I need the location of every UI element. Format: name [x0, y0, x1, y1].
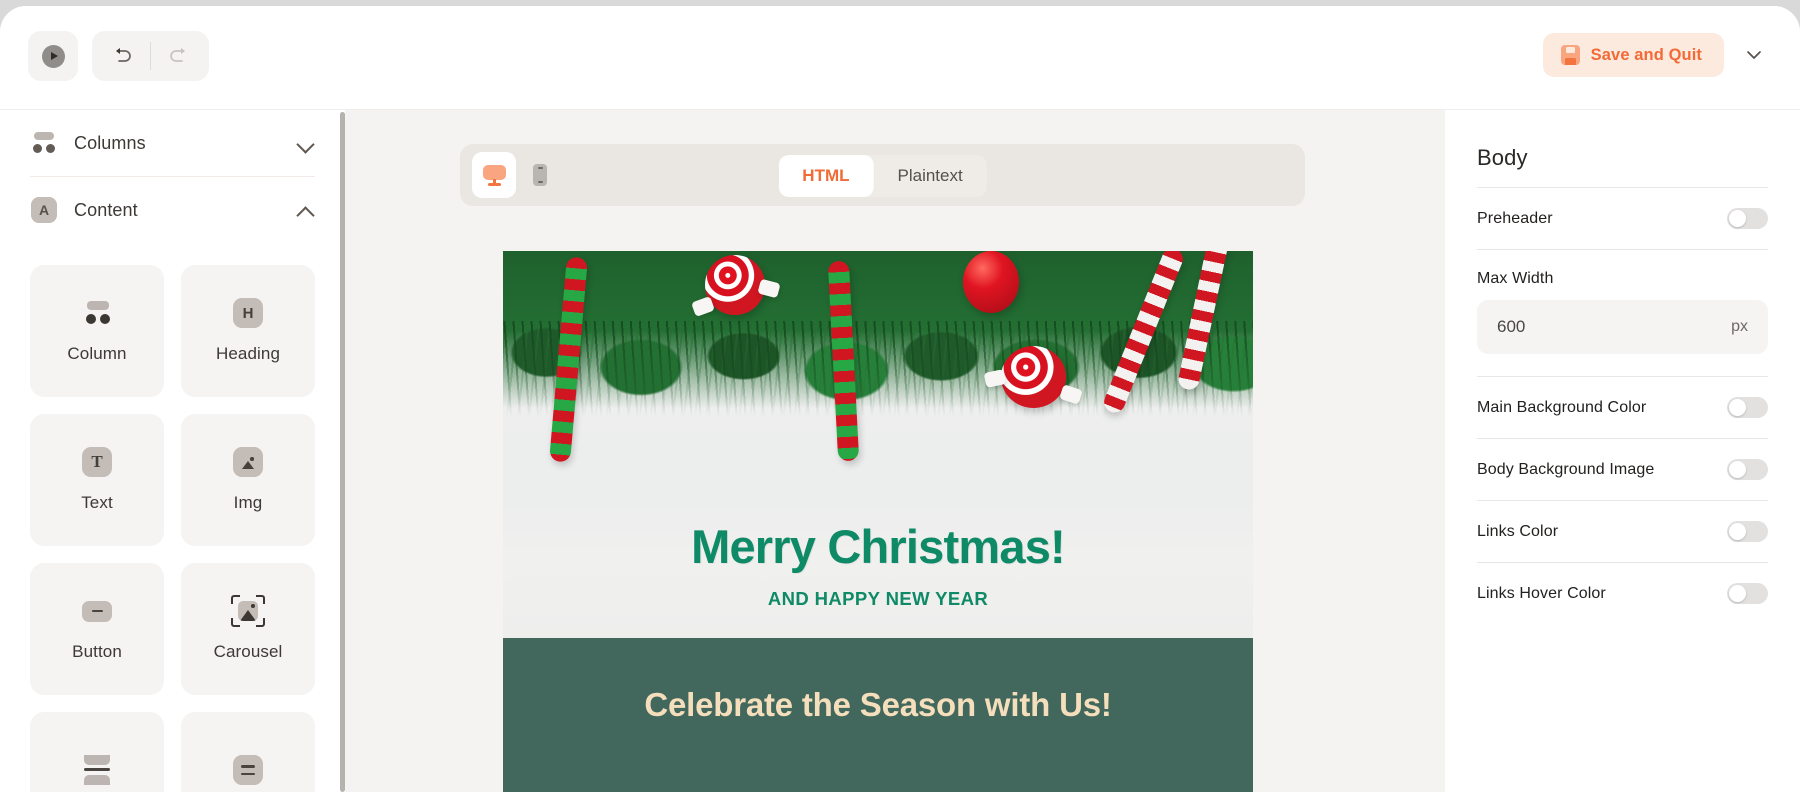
text-t-icon: T: [82, 447, 112, 477]
email-builder-window: Save and Quit Columns A Content Column H…: [0, 6, 1800, 792]
block-heading-label: Heading: [215, 344, 281, 363]
setting-label-links-hover-color: Links Hover Color: [1477, 584, 1606, 602]
play-triangle: [51, 52, 58, 60]
toggle-links-hover-color[interactable]: [1727, 583, 1768, 604]
setting-label-max-width: Max Width: [1477, 270, 1554, 287]
device-desktop-button[interactable]: [472, 152, 516, 198]
setting-row-main-background-color: Main Background Color: [1477, 377, 1768, 438]
play-circle-icon: [41, 44, 65, 68]
lollipop-ornament: [1001, 346, 1066, 408]
blocks-sidebar: Columns A Content Column H Heading T Tex…: [0, 110, 345, 792]
max-width-value: 600: [1497, 317, 1526, 336]
email-canvas: HTML Plaintext Merry Christmas! AND HAPP…: [345, 110, 1445, 792]
block-heading[interactable]: H Heading: [181, 265, 315, 397]
menu-icon: [233, 755, 263, 785]
save-and-quit-button[interactable]: Save and Quit: [1542, 33, 1724, 77]
undo-arrow-icon: [116, 48, 131, 62]
sidebar-section-content[interactable]: A Content: [0, 177, 345, 243]
toggle-preheader[interactable]: [1727, 208, 1768, 229]
block-img-label: Img: [233, 493, 263, 512]
greeting-block[interactable]: Merry Christmas! AND HAPPY NEW YEAR: [503, 491, 1253, 638]
setting-label-main-background-color: Main Background Color: [1477, 398, 1647, 416]
setting-label-links-color: Links Color: [1477, 522, 1559, 540]
tab-plaintext[interactable]: Plaintext: [874, 155, 987, 197]
toolbar-separator: [150, 42, 151, 70]
button-icon: [82, 596, 112, 626]
chevron-down-icon: [1747, 51, 1761, 59]
block-column-label: Column: [67, 344, 127, 363]
columns-icon: [30, 129, 58, 157]
block-carousel[interactable]: Carousel: [181, 563, 315, 695]
save-options-dropdown-button[interactable]: [1734, 35, 1774, 75]
block-column[interactable]: Column: [30, 265, 164, 397]
setting-row-links-hover-color: Links Hover Color: [1477, 563, 1768, 624]
block-divider[interactable]: [30, 712, 164, 792]
content-mode-tabs: HTML Plaintext: [778, 155, 987, 197]
sidebar-section-columns-label: Columns: [74, 132, 146, 153]
properties-panel: Body Preheader Max Width 600 px Main Bac…: [1445, 110, 1800, 792]
undo-button[interactable]: [106, 39, 138, 73]
device-toggle-group: [472, 152, 562, 198]
block-text[interactable]: T Text: [30, 414, 164, 546]
redo-arrow-icon: [170, 48, 185, 62]
content-blocks-grid: Column H Heading T Text Img Button Carou…: [0, 243, 345, 792]
setting-row-preheader: Preheader: [1477, 188, 1768, 249]
block-button[interactable]: Button: [30, 563, 164, 695]
block-img[interactable]: Img: [181, 414, 315, 546]
email-heading: Merry Christmas!: [691, 520, 1066, 573]
max-width-unit: px: [1731, 318, 1748, 335]
column-layout-icon: [83, 298, 111, 328]
block-menu[interactable]: [181, 712, 315, 792]
letter-a-icon: A: [30, 196, 58, 224]
save-and-quit-label: Save and Quit: [1590, 45, 1702, 64]
divider-icon: [82, 755, 112, 785]
redo-button[interactable]: [163, 39, 195, 73]
block-carousel-label: Carousel: [213, 642, 283, 661]
block-button-label: Button: [72, 642, 122, 661]
chevron-up-icon[interactable]: [297, 201, 315, 219]
block-text-label: Text: [81, 493, 113, 512]
carousel-icon: [231, 595, 265, 627]
chevron-down-icon[interactable]: [297, 134, 315, 152]
heading-h-icon: H: [233, 298, 263, 328]
tab-html[interactable]: HTML: [778, 155, 874, 197]
toggle-links-color[interactable]: [1727, 521, 1768, 542]
email-preview: Merry Christmas! AND HAPPY NEW YEAR Cele…: [503, 251, 1253, 792]
setting-row-body-background-image: Body Background Image: [1477, 439, 1768, 500]
email-band-title: Celebrate the Season with Us!: [644, 686, 1112, 723]
setting-label-body-background-image: Body Background Image: [1477, 460, 1655, 478]
mobile-phone-icon: [533, 164, 547, 186]
top-toolbar: Save and Quit: [0, 6, 1800, 110]
undo-redo-group: [92, 31, 209, 81]
desktop-monitor-icon: [482, 164, 506, 186]
image-icon: [233, 447, 263, 477]
main-area: Columns A Content Column H Heading T Tex…: [0, 110, 1800, 792]
floppy-disk-icon: [1560, 45, 1580, 65]
bauble-ornament: [963, 251, 1019, 313]
toolbar-right-group: Save and Quit: [1542, 33, 1774, 77]
hero-image[interactable]: Merry Christmas! AND HAPPY NEW YEAR: [503, 251, 1253, 638]
preview-play-button[interactable]: [28, 31, 78, 81]
setting-label-preheader: Preheader: [1477, 209, 1553, 227]
email-band-section[interactable]: Celebrate the Season with Us!: [503, 638, 1253, 792]
panel-title: Body: [1477, 145, 1528, 170]
sidebar-section-columns[interactable]: Columns: [0, 110, 345, 176]
preview-toolbar: HTML Plaintext: [460, 144, 1305, 206]
toggle-main-background-color[interactable]: [1727, 397, 1768, 418]
device-mobile-button[interactable]: [518, 152, 562, 198]
max-width-input[interactable]: 600 px: [1477, 300, 1768, 354]
setting-row-links-color: Links Color: [1477, 501, 1768, 562]
sidebar-section-content-label: Content: [74, 199, 138, 220]
email-subheading: AND HAPPY NEW YEAR: [767, 588, 989, 609]
toolbar-left-group: [28, 31, 209, 81]
lollipop-ornament: [705, 255, 765, 315]
toggle-body-background-image[interactable]: [1727, 459, 1768, 480]
